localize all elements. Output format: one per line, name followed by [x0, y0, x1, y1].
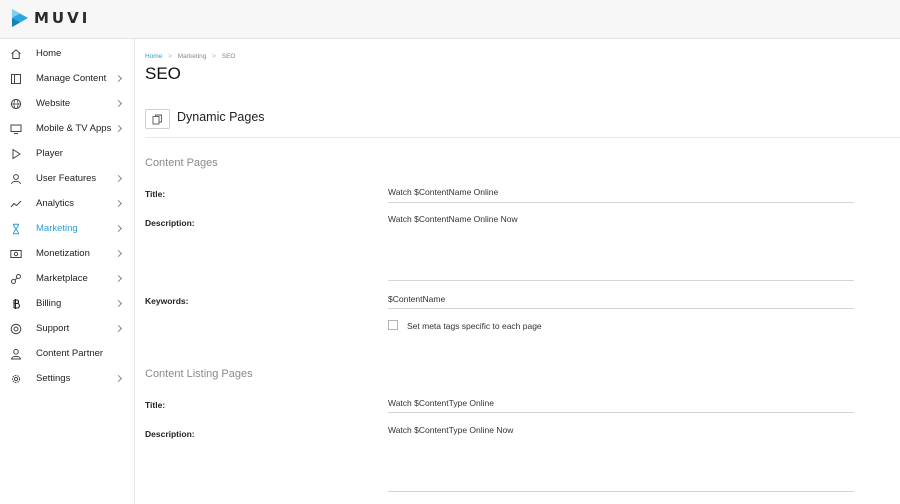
sidebar-item-label: Support	[36, 323, 70, 334]
sidebar-item-label: Marketplace	[36, 273, 88, 284]
sidebar-item-marketplace[interactable]: Marketplace	[0, 267, 135, 292]
support-icon	[10, 323, 22, 335]
chevron-right-icon	[114, 174, 123, 183]
chevron-right-icon	[114, 124, 123, 133]
breadcrumb-marketing[interactable]: Marketing	[178, 53, 207, 60]
sidebar-item-label: Analytics	[36, 198, 75, 209]
chevron-right-icon	[114, 199, 123, 208]
content-listing-pages-heading: Content Listing Pages	[145, 368, 253, 380]
sidebar-item-analytics[interactable]: Analytics	[0, 192, 135, 217]
listing-title-field[interactable]: Watch $ContentType Online	[388, 398, 494, 408]
breadcrumb: Home > Marketing > SEO	[145, 53, 235, 60]
listing-title-underline	[388, 412, 854, 413]
sidebar-item-manage-content[interactable]: Manage Content	[0, 67, 135, 92]
content-keywords-field[interactable]: $ContentName	[388, 294, 445, 304]
muvi-logo-icon	[12, 9, 28, 27]
chevron-right-icon	[114, 249, 123, 258]
main-content: Home > Marketing > SEO SEO Dynamic Pages…	[136, 39, 900, 504]
link-icon	[10, 273, 22, 285]
sidebar-item-website[interactable]: Website	[0, 92, 135, 117]
sidebar-item-monetization[interactable]: Monetization	[0, 242, 135, 267]
sidebar-item-label: Content Partner	[36, 348, 104, 359]
sidebar-item-label: User Features	[36, 173, 97, 184]
logo-text: MUVI	[34, 9, 91, 27]
chevron-right-icon	[114, 274, 123, 283]
listing-title-label: Title:	[145, 400, 166, 410]
sidebar-item-player[interactable]: Player	[0, 142, 135, 167]
analytics-icon	[10, 198, 22, 210]
hourglass-icon	[10, 223, 22, 235]
breadcrumb-separator: >	[168, 53, 172, 60]
content-title-label: Title:	[145, 189, 166, 199]
play-icon	[10, 148, 22, 160]
sidebar-item-user-features[interactable]: User Features	[0, 167, 135, 192]
home-icon	[10, 48, 22, 60]
content-keywords-underline	[388, 308, 854, 309]
globe-icon	[10, 98, 22, 110]
sidebar-item-label: Player	[36, 148, 63, 159]
content-description-field[interactable]: Watch $ContentName Online Now	[388, 214, 518, 224]
meta-tags-checkbox[interactable]	[388, 320, 398, 330]
sidebar-item-support[interactable]: Support	[0, 317, 135, 342]
chevron-right-icon	[114, 374, 123, 383]
divider	[145, 137, 900, 138]
sidebar-item-settings[interactable]: Settings	[0, 367, 135, 392]
partner-icon	[10, 348, 22, 360]
sidebar-item-label: Settings	[36, 373, 71, 384]
chevron-right-icon	[114, 74, 123, 83]
sidebar-item-label: Website	[36, 98, 71, 109]
breadcrumb-separator: >	[212, 53, 216, 60]
sidebar-item-label: Manage Content	[36, 73, 107, 84]
sidebar-item-label: Home	[36, 48, 62, 59]
content-icon	[10, 73, 22, 85]
sidebar-item-home[interactable]: Home	[0, 42, 135, 67]
dynamic-pages-button[interactable]	[145, 109, 170, 129]
listing-description-label: Description:	[145, 429, 195, 439]
chevron-right-icon	[114, 324, 123, 333]
content-description-label: Description:	[145, 218, 195, 228]
content-pages-heading: Content Pages	[145, 157, 218, 169]
chevron-right-icon	[114, 224, 123, 233]
chevron-right-icon	[114, 99, 123, 108]
listing-description-underline	[388, 491, 854, 492]
content-keywords-label: Keywords:	[145, 296, 189, 306]
breadcrumb-home-link[interactable]: Home	[145, 53, 162, 60]
sidebar-item-label: Billing	[36, 298, 62, 309]
sidebar-item-marketing[interactable]: Marketing	[0, 217, 135, 242]
sidebar-item-billing[interactable]: Billing	[0, 292, 135, 317]
sidebar-item-label: Mobile & TV Apps	[36, 123, 112, 134]
listing-description-field[interactable]: Watch $ContentType Online Now	[388, 425, 513, 435]
gear-icon	[10, 373, 22, 385]
content-title-underline	[388, 202, 854, 203]
sidebar-item-content-partner[interactable]: Content Partner	[0, 342, 135, 367]
content-title-field[interactable]: Watch $ContentName Online	[388, 187, 498, 197]
page-title: SEO	[145, 64, 181, 83]
sidebar-item-mobile-tv-apps[interactable]: Mobile & TV Apps	[0, 117, 135, 142]
meta-tags-checkbox-label[interactable]: Set meta tags specific to each page	[407, 321, 542, 331]
chevron-right-icon	[114, 299, 123, 308]
muvi-logo[interactable]: MUVI	[10, 8, 90, 28]
money-icon	[10, 248, 22, 260]
monitor-icon	[10, 123, 22, 135]
sidebar: Home Manage Content Website Mobile & TV …	[0, 39, 135, 504]
breadcrumb-current: SEO	[221, 53, 236, 60]
copy-icon	[152, 114, 162, 124]
sidebar-item-label: Monetization	[36, 248, 90, 259]
top-bar: MUVI	[0, 0, 900, 39]
sidebar-item-label: Marketing	[36, 223, 78, 234]
bitcoin-icon	[10, 298, 22, 310]
user-icon	[10, 173, 22, 185]
dynamic-pages-title: Dynamic Pages	[177, 110, 265, 124]
content-description-underline	[388, 280, 854, 281]
